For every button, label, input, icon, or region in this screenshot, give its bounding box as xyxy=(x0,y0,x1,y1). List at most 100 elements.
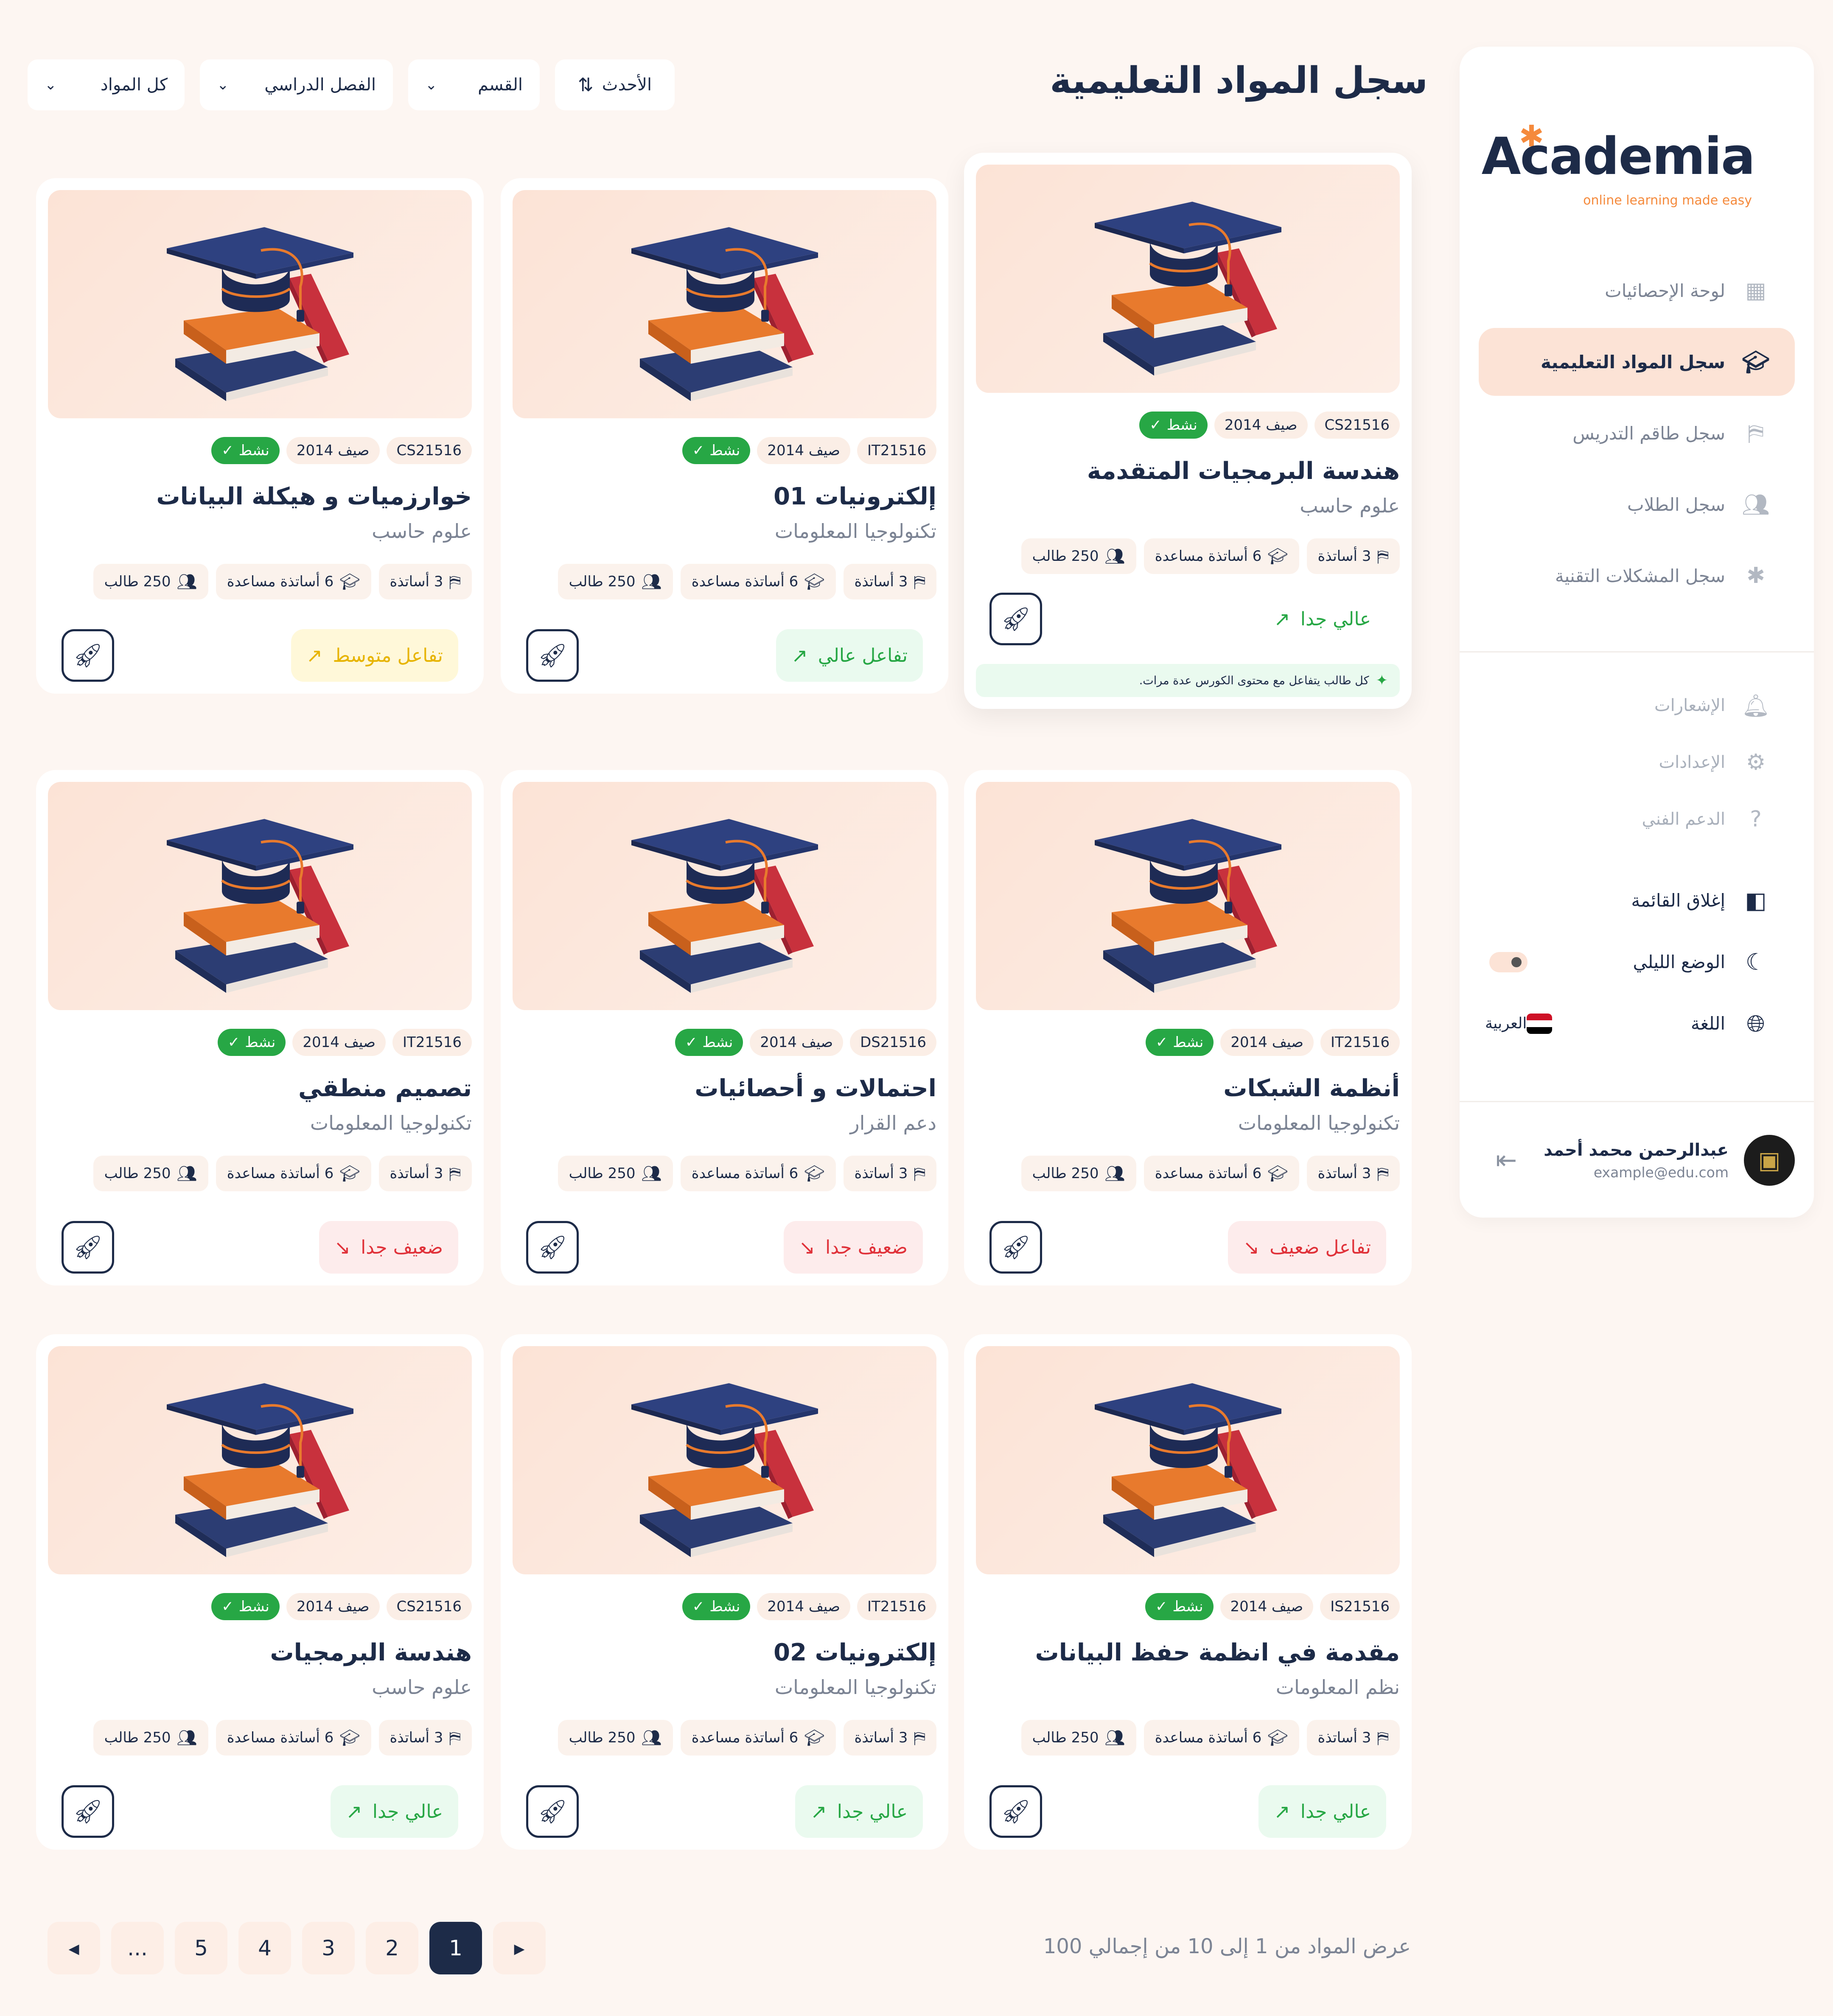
language-select[interactable]: العربية xyxy=(1485,1013,1559,1034)
engagement-text: عالي جدا xyxy=(1300,1800,1371,1823)
page-button[interactable]: 3 xyxy=(302,1922,355,1974)
course-card[interactable]: CS21516 صيف 2014 نشط ✓ هندسة البرمجيات ع… xyxy=(36,1334,484,1850)
sidebar-item-issues[interactable]: ✱ سجل المشكلات التقنية xyxy=(1479,542,1795,610)
course-stats: ⛿ 3 أساتذة 🎓︎ 6 أساتذة مساعدة 👥︎ 250 طال… xyxy=(48,564,472,599)
season-text: صيف 2014 xyxy=(1230,1034,1304,1051)
page-button[interactable]: 5 xyxy=(175,1922,227,1974)
graduation-books-illustration xyxy=(1094,202,1281,376)
course-title[interactable]: إلكترونيات 01 xyxy=(513,483,936,510)
engagement-badge: ضعيف جدا ↘ xyxy=(319,1221,458,1274)
course-title[interactable]: هندسة البرمجيات xyxy=(48,1639,472,1666)
sidebar-item-students[interactable]: 👥︎ سجل الطلاب xyxy=(1479,470,1795,538)
sidebar-item-courses[interactable]: 🎓︎ سجل المواد التعليمية xyxy=(1479,328,1795,396)
course-thumbnail xyxy=(513,782,936,1010)
department-dropdown[interactable]: القسم ⌄ xyxy=(408,59,540,110)
collapse-sidebar-button[interactable]: ◧ إغلاق القائمة xyxy=(1479,870,1795,931)
course-title[interactable]: احتمالات و أحصائيات xyxy=(513,1075,936,1102)
course-card[interactable]: IS21516 صيف 2014 نشط ✓ مقدمة في انظمة حف… xyxy=(964,1334,1412,1850)
teacher-board-icon: ⛿ xyxy=(1377,1164,1389,1183)
page-button[interactable]: 1 xyxy=(429,1922,482,1974)
sidebar-item-label: الإعدادات xyxy=(1659,753,1725,772)
course-card[interactable]: IT21516 صيف 2014 نشط ✓ إلكترونيات 02 تكن… xyxy=(501,1334,948,1850)
launch-course-button[interactable]: 🚀︎ xyxy=(62,629,114,682)
page-button[interactable]: 4 xyxy=(238,1922,291,1974)
course-thumbnail xyxy=(513,1346,936,1574)
course-stats: ⛿ 3 أساتذة 🎓︎ 6 أساتذة مساعدة 👥︎ 250 طال… xyxy=(513,1156,936,1191)
course-card[interactable]: IT21516 صيف 2014 نشط ✓ أنظمة الشبكات تكن… xyxy=(964,770,1412,1285)
course-title[interactable]: هندسة البرمجيات المتقدمة xyxy=(976,457,1400,485)
launch-course-button[interactable]: 🚀︎ xyxy=(62,1221,114,1274)
card-actions: عالي جدا ↗ 🚀︎ xyxy=(48,1785,472,1838)
sidebar-item-settings[interactable]: ⚙︎ الإعدادات xyxy=(1479,736,1795,789)
course-stats: ⛿ 3 أساتذة 🎓︎ 6 أساتذة مساعدة 👥︎ 250 طال… xyxy=(513,1720,936,1756)
next-page-button[interactable]: ▸ xyxy=(493,1922,546,1974)
course-card[interactable]: DS21516 صيف 2014 نشط ✓ احتمالات و أحصائي… xyxy=(501,770,948,1285)
logout-icon[interactable]: ⇤ xyxy=(1496,1145,1517,1175)
course-department: دعم القرار xyxy=(850,1112,936,1134)
assistants-stat: 🎓︎ 6 أساتذة مساعدة xyxy=(1144,1156,1299,1191)
launch-course-button[interactable]: 🚀︎ xyxy=(989,1221,1042,1274)
users-icon: 👥︎ xyxy=(177,1164,197,1183)
students-count: 250 طالب xyxy=(569,1165,636,1182)
assistants-count: 6 أساتذة مساعدة xyxy=(1155,1165,1262,1182)
sidebar-item-teachers[interactable]: ⛿ سجل طاقم التدريس xyxy=(1479,399,1795,467)
engagement-text: ضعيف جدا xyxy=(361,1236,443,1258)
graduation-books-illustration xyxy=(631,819,818,993)
course-title[interactable]: مقدمة في انظمة حفظ البيانات xyxy=(976,1639,1400,1666)
launch-course-button[interactable]: 🚀︎ xyxy=(526,1785,579,1838)
status-text: نشط xyxy=(1173,1034,1204,1051)
course-thumbnail xyxy=(48,782,472,1010)
course-title[interactable]: خوارزميات و هيكلة البيانات xyxy=(48,483,472,510)
course-title[interactable]: إلكترونيات 02 xyxy=(513,1639,936,1666)
course-title[interactable]: أنظمة الشبكات xyxy=(976,1075,1400,1102)
course-code: IT21516 xyxy=(403,1034,462,1051)
chevron-down-icon: ⌄ xyxy=(425,76,437,93)
assistants-stat: 🎓︎ 6 أساتذة مساعدة xyxy=(680,1720,836,1756)
sidebar-item-dashboard[interactable]: ▦ لوحة الإحصائيات xyxy=(1479,257,1795,325)
users-icon: 👥︎ xyxy=(1104,546,1125,566)
dark-mode-toggle[interactable] xyxy=(1489,952,1528,972)
logo[interactable]: ✱ Academia online learning made easy xyxy=(1482,72,1755,212)
course-tags: CS21516 صيف 2014 نشط ✓ xyxy=(48,1593,472,1620)
trend-up-icon: ↗ xyxy=(346,1800,362,1823)
graduation-cap-icon: 🎓︎ xyxy=(1741,349,1770,375)
launch-course-button[interactable]: 🚀︎ xyxy=(989,1785,1042,1838)
course-stats: ⛿ 3 أساتذة 🎓︎ 6 أساتذة مساعدة 👥︎ 250 طال… xyxy=(976,1156,1400,1191)
season-badge: صيف 2014 xyxy=(292,1029,386,1056)
teachers-count: 3 أساتذة xyxy=(1317,1165,1371,1182)
sort-button[interactable]: الأحدث ⇅ xyxy=(555,59,675,110)
prev-page-button[interactable]: ◂ xyxy=(48,1922,100,1974)
page-button[interactable]: 2 xyxy=(366,1922,418,1974)
status-badge: نشط ✓ xyxy=(675,1029,743,1056)
trend-down-icon: ↘ xyxy=(334,1236,351,1259)
course-card[interactable]: CS21516 صيف 2014 نشط ✓ خوارزميات و هيكلة… xyxy=(36,178,484,694)
semester-dropdown[interactable]: الفصل الدراسي ⌄ xyxy=(200,59,393,110)
launch-course-button[interactable]: 🚀︎ xyxy=(526,1221,579,1274)
course-code: CS21516 xyxy=(396,1598,462,1615)
teacher-board-icon: ⛿ xyxy=(1377,546,1389,566)
all-courses-dropdown[interactable]: كل المواد ⌄ xyxy=(28,59,185,110)
launch-course-button[interactable]: 🚀︎ xyxy=(526,629,579,682)
course-stats: ⛿ 3 أساتذة 🎓︎ 6 أساتذة مساعدة 👥︎ 250 طال… xyxy=(976,538,1400,574)
sidebar-item-notifications[interactable]: 🔔︎ الإشعارات xyxy=(1479,679,1795,732)
launch-course-button[interactable]: 🚀︎ xyxy=(62,1785,114,1838)
course-card[interactable]: IT21516 صيف 2014 نشط ✓ إلكترونيات 01 تكن… xyxy=(501,178,948,694)
pagination-info: عرض المواد من 1 إلى 10 من إجمالي 100 xyxy=(1043,1935,1411,1958)
launch-course-button[interactable]: 🚀︎ xyxy=(989,593,1042,645)
status-badge: نشط ✓ xyxy=(1139,412,1208,439)
card-actions: تفاعل ضعيف ↘ 🚀︎ xyxy=(976,1221,1400,1274)
globe-icon: 🌐︎ xyxy=(1746,1010,1765,1037)
course-card[interactable]: CS21516 صيف 2014 نشط ✓ هندسة البرمجيات ا… xyxy=(964,153,1412,709)
course-thumbnail xyxy=(976,165,1400,393)
avatar[interactable]: ▣ xyxy=(1744,1135,1795,1186)
course-title[interactable]: تصميم منطقي xyxy=(48,1075,472,1102)
trend-up-icon: ↗ xyxy=(1274,608,1290,630)
teachers-count: 3 أساتذة xyxy=(854,1729,908,1746)
course-card[interactable]: IT21516 صيف 2014 نشط ✓ تصميم منطقي تكنول… xyxy=(36,770,484,1285)
dashboard-icon: ▦ xyxy=(1745,278,1766,303)
rocket-icon: 🚀︎ xyxy=(537,1798,568,1826)
sidebar-item-support[interactable]: ? الدعم الفني xyxy=(1479,792,1795,846)
teacher-board-icon: ⛿ xyxy=(449,1728,461,1747)
course-code: IT21516 xyxy=(867,442,926,459)
user-info: عبدالرحمن محمد أحمد example@edu.com xyxy=(1544,1140,1729,1181)
